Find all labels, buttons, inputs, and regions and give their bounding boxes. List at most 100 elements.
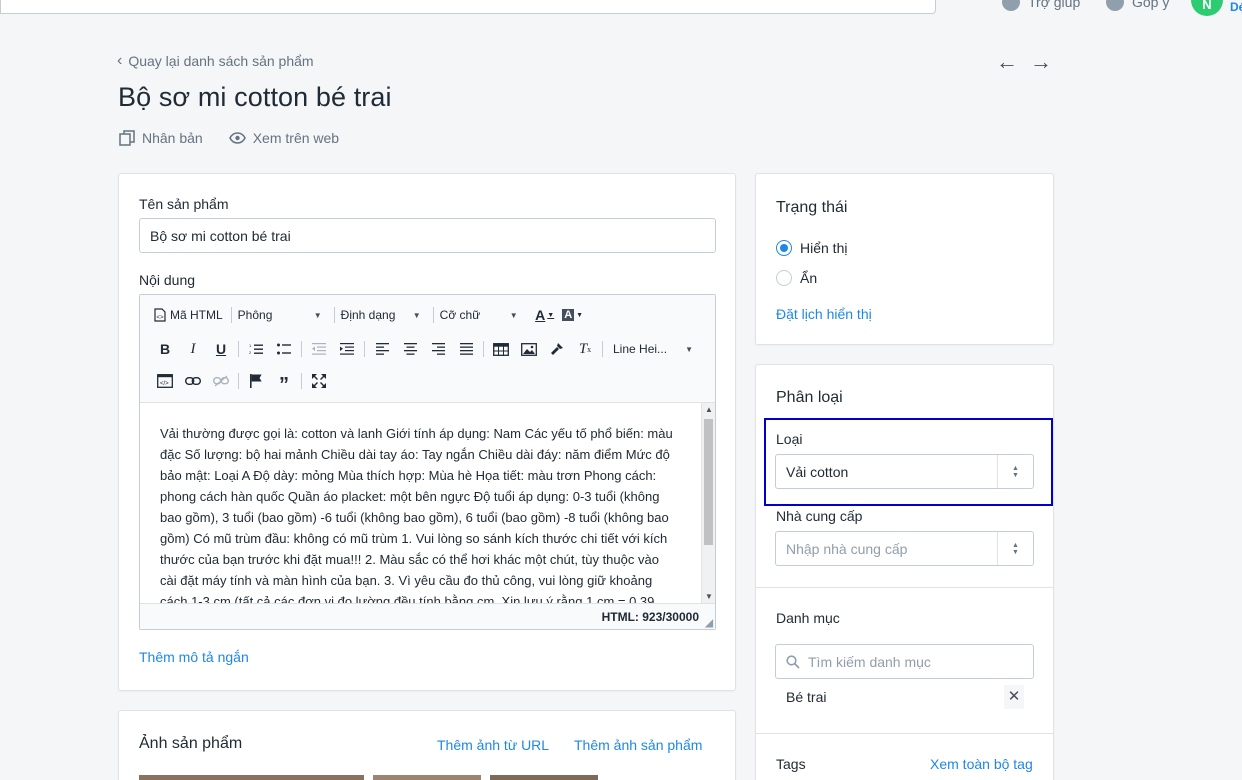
status-option-hide[interactable]: Ẩn bbox=[776, 270, 817, 286]
clear-format-icon[interactable]: Tx bbox=[574, 338, 596, 360]
font-size-dropdown[interactable]: Cỡ chữ ▼ bbox=[440, 304, 518, 326]
format-dropdown[interactable]: Định dạng ▼ bbox=[341, 304, 421, 326]
scroll-down-icon[interactable]: ▼ bbox=[705, 592, 713, 601]
format-label: Định dạng bbox=[340, 308, 396, 322]
scrollbar-thumb[interactable] bbox=[704, 419, 713, 545]
align-justify-icon[interactable] bbox=[455, 338, 477, 360]
flag-icon[interactable] bbox=[245, 370, 267, 392]
fullscreen-icon[interactable] bbox=[308, 370, 330, 392]
unlink-icon[interactable] bbox=[210, 370, 232, 392]
avatar[interactable]: N bbox=[1191, 0, 1223, 16]
account-name[interactable]: Dé bbox=[1230, 0, 1242, 14]
duplicate-label: Nhân bản bbox=[142, 130, 203, 146]
product-images-title: Ảnh sản phẩm bbox=[139, 735, 243, 752]
search-icon bbox=[786, 654, 800, 669]
ordered-list-icon[interactable]: 12 bbox=[245, 338, 267, 360]
view-on-web-button[interactable]: Xem trên web bbox=[228, 130, 340, 146]
indent-icon[interactable] bbox=[336, 338, 358, 360]
bullet-list-icon[interactable] bbox=[273, 338, 295, 360]
product-info-card: Tên sản phẩm Bộ sơ mi cotton bé trai Nội… bbox=[118, 173, 736, 691]
remove-category-icon[interactable]: ✕ bbox=[1004, 685, 1024, 709]
html-source-button[interactable]: <> Mã HTML bbox=[154, 304, 223, 326]
align-right-icon[interactable] bbox=[427, 338, 449, 360]
status-option-hide-label: Ẩn bbox=[800, 270, 818, 286]
align-center-icon[interactable] bbox=[399, 338, 421, 360]
align-left-icon[interactable] bbox=[371, 338, 393, 360]
line-height-dropdown[interactable]: Line Hei... ▼ bbox=[613, 338, 693, 360]
add-product-image-link[interactable]: Thêm ảnh sản phẩm bbox=[574, 737, 702, 753]
image-icon[interactable] bbox=[518, 338, 540, 360]
font-dropdown[interactable]: Phông ▼ bbox=[238, 304, 322, 326]
product-name-label: Tên sản phẩm bbox=[139, 196, 229, 212]
avatar-initial: N bbox=[1202, 0, 1212, 12]
top-bar: Trợ giúp Góp ý N Dé bbox=[0, 0, 1242, 24]
select-arrows-icon: ▲ ▼ bbox=[997, 532, 1033, 565]
radio-unselected[interactable] bbox=[776, 270, 792, 286]
underline-button[interactable]: U bbox=[210, 338, 232, 360]
category-label: Danh mục bbox=[776, 610, 840, 626]
radio-selected[interactable] bbox=[776, 240, 792, 256]
product-image-thumbnail[interactable] bbox=[490, 775, 598, 780]
toolbar-separator bbox=[238, 341, 239, 357]
product-name-input[interactable]: Bộ sơ mi cotton bé trai bbox=[139, 218, 716, 253]
bold-button[interactable]: B bbox=[154, 338, 176, 360]
svg-text:</>: </> bbox=[160, 381, 169, 387]
background-color-button[interactable]: A ▼ bbox=[562, 304, 584, 326]
duplicate-button[interactable]: Nhân bản bbox=[119, 130, 203, 146]
supplier-placeholder: Nhập nhà cung cấp bbox=[786, 540, 908, 557]
table-icon[interactable] bbox=[490, 338, 512, 360]
view-all-tags-link[interactable]: Xem toàn bộ tag bbox=[930, 756, 1033, 772]
svg-text:2: 2 bbox=[249, 350, 252, 355]
toolbar-separator bbox=[333, 307, 335, 323]
svg-text:1: 1 bbox=[249, 343, 252, 348]
toolbar-separator bbox=[230, 307, 232, 323]
line-height-label: Line Hei... bbox=[613, 342, 668, 356]
format-painter-icon[interactable] bbox=[546, 338, 568, 360]
toolbar-separator bbox=[483, 341, 484, 357]
feedback-label: Góp ý bbox=[1132, 0, 1170, 10]
add-image-url-link[interactable]: Thêm ảnh từ URL bbox=[437, 737, 549, 753]
quote-icon[interactable]: ” bbox=[273, 370, 295, 396]
category-search-placeholder: Tìm kiếm danh mục bbox=[808, 653, 931, 670]
global-search-input[interactable] bbox=[0, 0, 936, 14]
content-label: Nội dung bbox=[139, 272, 196, 288]
resize-handle-icon[interactable]: ◢ bbox=[705, 618, 713, 629]
link-icon[interactable] bbox=[182, 370, 204, 392]
toolbar-separator bbox=[602, 341, 603, 357]
back-to-product-list-link[interactable]: ‹ Quay lại danh sách sản phẩm bbox=[117, 52, 314, 70]
add-short-description-link[interactable]: Thêm mô tả ngắn bbox=[139, 649, 249, 665]
supplier-label: Nhà cung cấp bbox=[776, 508, 863, 524]
supplier-select[interactable]: Nhập nhà cung cấp ▲ ▼ bbox=[775, 531, 1034, 566]
italic-button[interactable]: I bbox=[182, 338, 204, 360]
arrow-right-icon[interactable]: → bbox=[1030, 51, 1052, 73]
html-char-count: HTML: 923/30000 bbox=[601, 610, 699, 624]
product-image-thumbnail[interactable] bbox=[139, 775, 364, 780]
editor-content[interactable]: Vải thường được gọi là: cotton và lanh G… bbox=[140, 403, 715, 603]
page-title: Bộ sơ mi cotton bé trai bbox=[118, 82, 392, 112]
back-label: Quay lại danh sách sản phẩm bbox=[128, 53, 314, 69]
help-link[interactable]: Trợ giúp bbox=[1002, 0, 1080, 11]
toolbar-separator bbox=[364, 341, 365, 357]
section-divider bbox=[756, 587, 1054, 588]
eye-icon bbox=[228, 132, 246, 144]
status-option-show[interactable]: Hiển thị bbox=[776, 240, 847, 256]
chevron-left-icon: ‹ bbox=[117, 52, 123, 69]
schedule-display-link[interactable]: Đặt lịch hiển thị bbox=[776, 306, 872, 322]
feedback-link[interactable]: Góp ý bbox=[1106, 0, 1169, 11]
editor-scrollbar[interactable]: ▲ ▼ bbox=[701, 403, 715, 603]
scroll-up-icon[interactable]: ▲ bbox=[705, 405, 713, 414]
arrow-left-icon[interactable]: ← bbox=[996, 51, 1018, 73]
category-search-input[interactable]: Tìm kiếm danh mục bbox=[775, 644, 1034, 679]
product-image-thumbnail[interactable] bbox=[373, 775, 481, 780]
text-color-button[interactable]: A ▼ bbox=[534, 304, 556, 326]
outdent-icon[interactable] bbox=[308, 338, 330, 360]
editor-statusbar: HTML: 923/30000 ◢ bbox=[140, 603, 715, 629]
help-label: Trợ giúp bbox=[1028, 0, 1081, 10]
status-title: Trạng thái bbox=[776, 199, 848, 216]
editor-content-text: Vải thường được gọi là: cotton và lanh G… bbox=[160, 426, 673, 603]
status-card: Trạng thái Hiển thị Ẩn Đặt lịch hiển thị bbox=[755, 173, 1054, 345]
caret-down-icon: ▼ bbox=[313, 310, 322, 320]
code-view-icon[interactable]: </> bbox=[154, 370, 176, 392]
classification-title: Phân loại bbox=[776, 389, 843, 406]
view-web-label: Xem trên web bbox=[252, 130, 340, 146]
